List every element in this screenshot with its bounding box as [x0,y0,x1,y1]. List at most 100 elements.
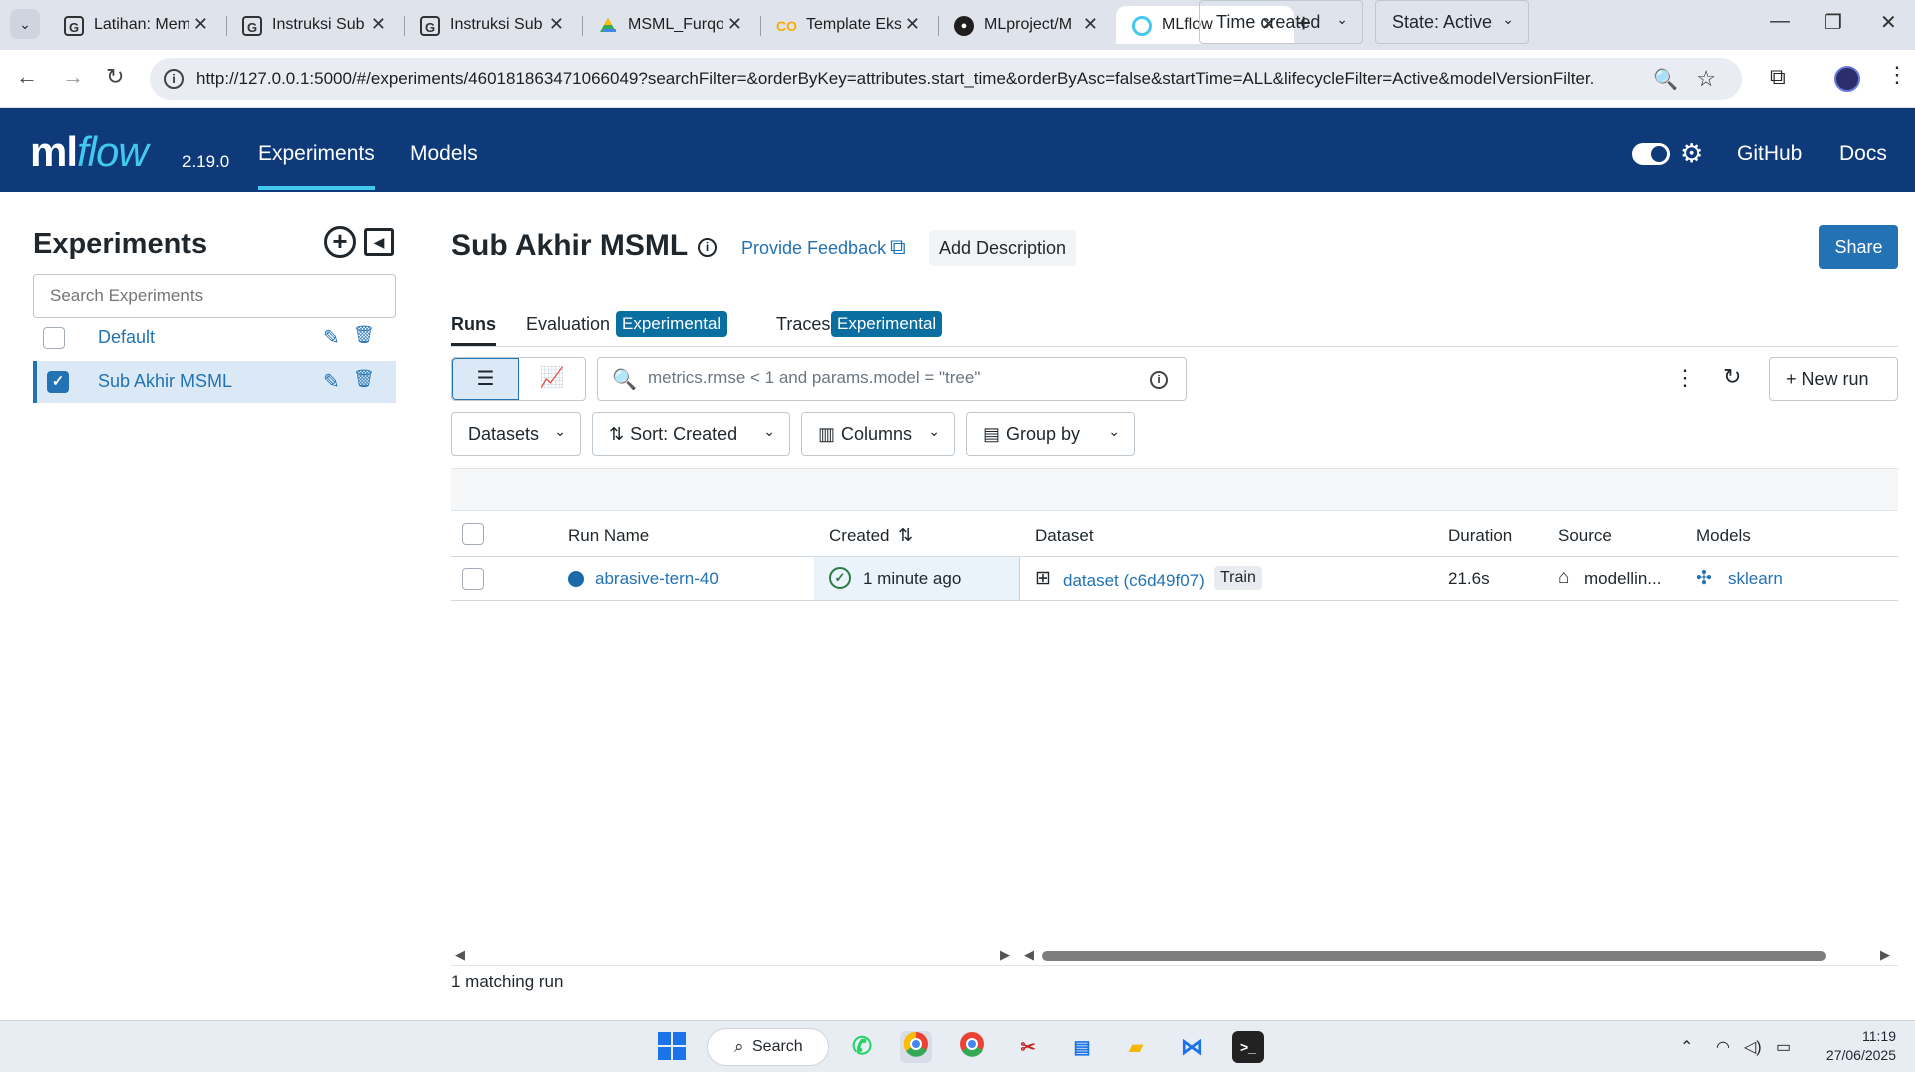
info-icon[interactable]: i [698,238,717,257]
windows-start-icon[interactable] [656,1031,688,1063]
volume-icon[interactable]: ◁) [1744,1037,1762,1057]
chrome-profile-icon[interactable] [956,1031,988,1063]
scroll-right-arrow-icon[interactable]: ▶ [1880,947,1890,963]
column-header-source[interactable]: Source [1558,526,1612,546]
row-checkbox[interactable] [462,568,484,590]
source-value[interactable]: modellin... [1584,569,1661,589]
share-button[interactable]: Share [1819,225,1898,269]
bookmark-star-icon[interactable]: ☆ [1696,66,1716,92]
browser-tab[interactable]: MSML_Furqo ✕ [582,6,761,44]
trash-icon[interactable]: 🗑 [353,325,375,345]
column-header-duration[interactable]: Duration [1448,526,1512,546]
time-created-dropdown[interactable]: Time created ⌄ [1199,0,1363,44]
nav-models[interactable]: Models [410,142,478,166]
close-icon[interactable]: ✕ [1083,14,1098,35]
column-header-models[interactable]: Models [1696,526,1751,546]
provide-feedback-link[interactable]: Provide Feedback [741,238,886,259]
snipping-tool-icon[interactable]: ✂ [1012,1031,1044,1063]
run-name-link[interactable]: abrasive-tern-40 [595,569,719,589]
list-view-icon[interactable]: ☰ [452,358,519,400]
column-header-created[interactable]: Created [829,526,889,546]
sort-descending-icon[interactable]: ⇅ [898,525,913,546]
experiment-name[interactable]: Default [98,327,155,348]
reload-icon[interactable]: ↻ [106,64,124,90]
new-run-button[interactable]: + New run [1769,357,1898,401]
mlflow-logo[interactable]: mlflow [30,128,149,176]
tab-traces[interactable]: Traces [776,314,830,335]
browser-tab[interactable]: CO Template Eks ✕ [760,6,939,44]
site-info-icon[interactable]: i [164,69,184,89]
group-by-dropdown[interactable]: ▤ Group by ⌄ [966,412,1135,456]
restore-icon[interactable]: ❐ [1824,10,1842,35]
scroll-right-arrow-icon[interactable]: ▶ [1000,947,1010,963]
minimize-icon[interactable]: — [1770,10,1790,33]
table-row[interactable]: abrasive-tern-40 ✓ 1 minute ago ⊞ datase… [451,557,1898,601]
trash-icon[interactable]: 🗑 [353,369,375,389]
create-experiment-icon[interactable]: + [324,226,356,258]
pencil-icon[interactable]: ✎ [323,369,340,394]
pencil-icon[interactable]: ✎ [323,325,340,350]
browser-tab[interactable]: G Instruksi Sub ✕ [404,6,583,44]
close-icon[interactable]: ✕ [371,14,386,35]
columns-dropdown[interactable]: ▥ Columns ⌄ [801,412,955,456]
more-options-icon[interactable]: ⋮ [1674,365,1696,391]
scroll-left-arrow-icon[interactable]: ◀ [455,947,465,963]
omnibox[interactable]: i http://127.0.0.1:5000/#/experiments/46… [150,58,1742,100]
dataset-link[interactable]: dataset (c6d49f07) [1063,571,1205,591]
tray-chevron-up-icon[interactable]: ⌃ [1680,1037,1693,1057]
close-icon[interactable]: ✕ [905,14,920,35]
file-explorer-icon[interactable]: ▰ [1120,1031,1152,1063]
back-icon[interactable]: ← [16,64,38,90]
chart-view-icon[interactable]: 📈 [519,358,585,400]
browser-tab[interactable]: G Latihan: Mem ✕ [48,6,227,44]
browser-tab[interactable]: ● MLproject/M ✕ [938,6,1116,44]
window-close-icon[interactable]: ✕ [1880,10,1897,35]
horizontal-scrollbar-thumb[interactable] [1042,951,1826,961]
tab-evaluation[interactable]: Evaluation [526,314,610,335]
datasets-dropdown[interactable]: Datasets ⌄ [451,412,581,456]
forward-icon[interactable]: → [62,64,84,90]
gear-icon[interactable]: ⚙ [1680,138,1703,169]
wifi-icon[interactable]: ◠ [1716,1037,1730,1057]
tab-runs[interactable]: Runs [451,314,496,346]
dark-mode-toggle[interactable] [1632,143,1670,165]
taskbar-search[interactable]: ⌕ Search [707,1028,829,1066]
state-dropdown[interactable]: State: Active ⌄ [1375,0,1529,44]
close-icon[interactable]: ✕ [727,14,742,35]
url-text[interactable]: http://127.0.0.1:5000/#/experiments/4601… [196,69,1596,89]
external-link-icon[interactable]: ⧉ [890,234,906,260]
scroll-left-arrow-icon[interactable]: ◀ [1024,947,1034,963]
search-experiments-input[interactable] [33,274,396,318]
run-color-dot[interactable] [568,571,584,587]
github-link[interactable]: GitHub [1737,142,1802,166]
select-all-checkbox[interactable] [462,523,484,545]
browser-menu-icon[interactable]: ⋮ [1886,62,1908,88]
profile-avatar[interactable] [1834,66,1860,92]
chrome-icon[interactable] [900,1031,932,1063]
model-link[interactable]: sklearn [1728,569,1783,589]
experiment-checkbox[interactable]: ✓ [47,371,69,393]
add-description-button[interactable]: Add Description [929,230,1077,266]
collapse-sidebar-icon[interactable]: ◀ [364,228,394,256]
sort-dropdown[interactable]: ⇅ Sort: Created ⌄ [592,412,790,456]
tab-search-chevron-icon[interactable]: ⌄ [10,9,40,39]
extensions-icon[interactable]: ⧉ [1770,64,1786,90]
docs-link[interactable]: Docs [1839,142,1887,166]
experiment-name[interactable]: Sub Akhir MSML [98,371,232,392]
terminal-icon[interactable]: >_ [1232,1031,1264,1063]
experiment-item-sub-akhir-msml[interactable]: ✓ Sub Akhir MSML ✎ 🗑 [33,361,396,403]
column-header-dataset[interactable]: Dataset [1035,526,1094,546]
nav-experiments[interactable]: Experiments [258,142,375,190]
zoom-icon[interactable]: 🔍 [1653,67,1678,92]
runs-search-input[interactable] [648,368,1128,388]
experiment-item-default[interactable]: Default ✎ 🗑 [33,317,396,359]
browser-tab[interactable]: G Instruksi Sub ✕ [226,6,405,44]
close-icon[interactable]: ✕ [549,14,564,35]
taskbar-clock[interactable]: 11:19 27/06/2025 [1818,1027,1896,1065]
column-header-run-name[interactable]: Run Name [568,526,649,546]
search-info-icon[interactable]: i [1150,371,1168,389]
vscode-icon[interactable]: ⋈ [1176,1031,1208,1063]
battery-icon[interactable]: ▭ [1776,1037,1791,1057]
experiment-checkbox[interactable] [43,327,65,349]
close-icon[interactable]: ✕ [193,14,208,35]
